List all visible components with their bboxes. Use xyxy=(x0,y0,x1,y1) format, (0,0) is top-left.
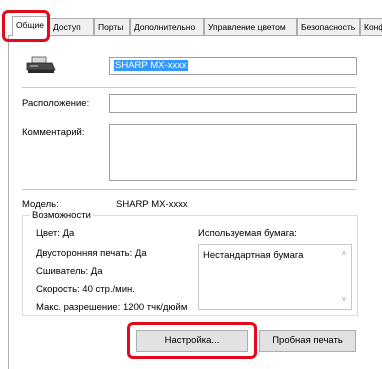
separator xyxy=(22,87,356,88)
tab-divider xyxy=(8,35,382,36)
scroll-down-icon[interactable]: ˅ xyxy=(339,295,349,305)
model-value: SHARP MX-xxxx xyxy=(116,199,188,210)
highlight-tab-general xyxy=(2,10,50,42)
location-input[interactable] xyxy=(109,94,357,113)
model-label: Модель: xyxy=(22,199,59,210)
test-print-button[interactable]: Пробная печать xyxy=(259,330,356,352)
paper-list-item[interactable]: Нестандартная бумага xyxy=(203,250,303,261)
separator xyxy=(22,189,356,190)
comment-textarea[interactable] xyxy=(109,124,357,181)
tab-strip: Общие Доступ Порты Дополнительно Управле… xyxy=(8,16,382,36)
location-label: Расположение: xyxy=(22,98,90,109)
features-title: Возможности xyxy=(30,210,93,221)
comment-label: Комментарий: xyxy=(22,127,85,138)
tab-advanced[interactable]: Дополнительно xyxy=(130,18,204,35)
paper-label: Используемая бумага: xyxy=(198,228,297,239)
feature-speed: Скорость: 40 стр./мин. xyxy=(36,284,135,295)
tab-color-management[interactable]: Управление цветом xyxy=(204,18,297,35)
feature-stapler: Сшиватель: Да xyxy=(36,266,103,277)
tab-sharing[interactable]: Доступ xyxy=(49,18,94,35)
scroll-up-icon[interactable]: ˄ xyxy=(339,249,349,259)
feature-duplex: Двусторонняя печать: Да xyxy=(36,248,147,259)
paper-listbox[interactable]: Нестандартная бумага ˄ ˅ xyxy=(198,244,352,310)
tab-security[interactable]: Безопасность xyxy=(297,18,360,35)
feature-resolution: Макс. разрешение: 1200 тчк/дюйм xyxy=(36,302,188,313)
tab-configuration[interactable]: Конф xyxy=(360,18,382,35)
printer-icon xyxy=(24,55,58,75)
panel-border xyxy=(8,35,9,369)
tab-ports[interactable]: Порты xyxy=(94,18,130,35)
printer-name-input[interactable]: SHARP MX-xxxx xyxy=(109,57,357,75)
feature-color: Цвет: Да xyxy=(36,228,75,239)
highlight-setup-button xyxy=(127,322,257,359)
